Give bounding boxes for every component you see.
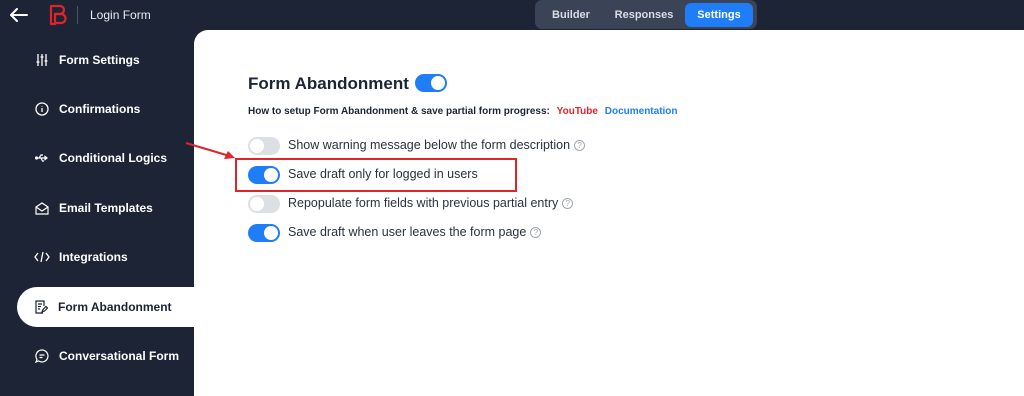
tab-settings[interactable]: Settings <box>685 2 753 27</box>
save-draft-on-leave-toggle[interactable] <box>248 224 280 242</box>
sidebar-item-conditional-logics[interactable]: Conditional Logics <box>18 138 194 178</box>
sidebar-item-label: Email Templates <box>59 201 153 215</box>
option-label-save-draft-on-leave: Save draft when user leaves the form pag… <box>288 225 542 239</box>
usb-icon <box>34 150 50 166</box>
top-bar: Login Form Builder Responses Settings <box>0 0 1024 30</box>
documentation-link[interactable]: Documentation <box>605 106 678 117</box>
info-icon <box>34 101 50 117</box>
youtube-link[interactable]: YouTube <box>557 106 598 117</box>
arrow-left-icon[interactable] <box>8 4 30 26</box>
sidebar-item-label: Form Abandonment <box>58 300 172 314</box>
option-text: Save draft when user leaves the form pag… <box>288 225 527 239</box>
sidebar-item-confirmations[interactable]: Confirmations <box>18 89 194 129</box>
option-label-show-warning: Show warning message below the form desc… <box>288 138 586 152</box>
chat-icon <box>34 348 50 364</box>
settings-sidebar: Form Settings Confirmations Conditional … <box>0 30 194 396</box>
help-text-label: How to setup Form Abandonment & save par… <box>248 106 550 117</box>
form-title: Login Form <box>90 8 151 22</box>
sidebar-item-label: Integrations <box>59 250 128 264</box>
sidebar-item-form-abandonment[interactable]: Form Abandonment <box>17 287 194 327</box>
toggle-knob <box>250 139 264 153</box>
help-text: How to setup Form Abandonment & save par… <box>248 106 678 117</box>
sidebar-item-label: Conditional Logics <box>59 151 167 165</box>
code-icon <box>34 249 50 265</box>
repopulate-fields-toggle[interactable] <box>248 195 280 213</box>
show-warning-toggle[interactable] <box>248 137 280 155</box>
sidebar-item-integrations[interactable]: Integrations <box>18 237 194 277</box>
sidebar-item-email-templates[interactable]: Email Templates <box>18 188 194 228</box>
main-panel: Form Abandonment How to setup Form Aband… <box>194 30 1024 396</box>
brand-logo-icon <box>46 3 70 27</box>
tab-responses[interactable]: Responses <box>603 3 685 27</box>
sidebar-item-form-settings[interactable]: Form Settings <box>18 40 194 80</box>
sliders-icon <box>34 52 50 68</box>
help-circle-icon[interactable]: ? <box>530 227 542 238</box>
sidebar-item-label: Conversational Form <box>59 349 180 363</box>
view-tabs: Builder Responses Settings <box>535 0 757 29</box>
toggle-knob <box>431 76 445 90</box>
sidebar-item-label: Confirmations <box>59 102 141 116</box>
envelope-open-icon <box>34 200 50 216</box>
sidebar-item-label: Form Settings <box>59 53 140 67</box>
form-abandonment-toggle[interactable] <box>415 74 447 92</box>
document-edit-icon <box>33 299 49 315</box>
page-title: Form Abandonment <box>248 74 409 93</box>
help-circle-icon[interactable]: ? <box>574 140 586 151</box>
tab-builder[interactable]: Builder <box>539 3 603 27</box>
option-label-repopulate: Repopulate form fields with previous par… <box>288 196 574 210</box>
highlight-box <box>235 158 517 192</box>
toggle-knob <box>250 197 264 211</box>
help-circle-icon[interactable]: ? <box>562 198 574 209</box>
option-text: Show warning message below the form desc… <box>288 138 571 152</box>
header-divider <box>77 6 78 24</box>
annotation-arrow-icon <box>185 142 235 159</box>
sidebar-item-conversational-form[interactable]: Conversational Form <box>18 336 194 376</box>
option-text: Repopulate form fields with previous par… <box>288 196 559 210</box>
toggle-knob <box>264 226 278 240</box>
